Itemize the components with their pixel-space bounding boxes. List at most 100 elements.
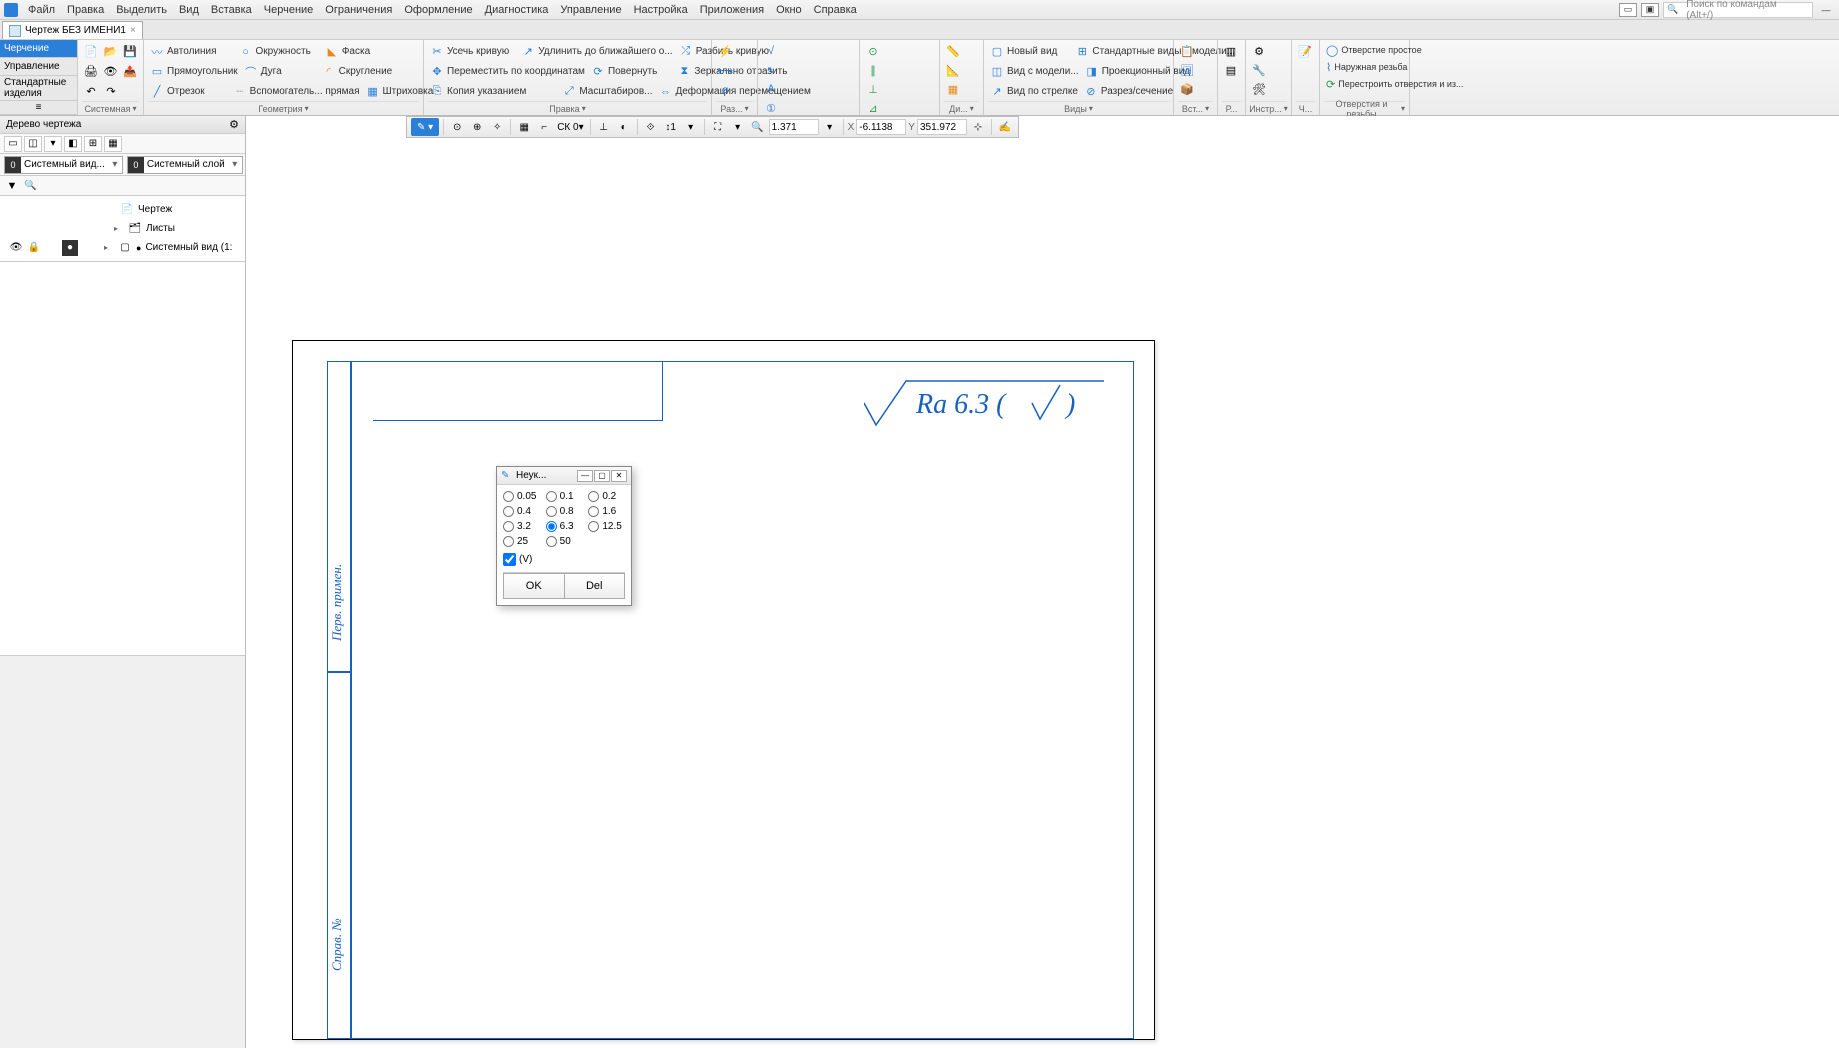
menu-insert[interactable]: Вставка [205,4,258,16]
measure-angle-icon[interactable]: 📐 [944,61,962,79]
menu-settings[interactable]: Настройка [628,4,694,16]
view-combo[interactable]: 0 Системный вид... ▾ [4,156,123,174]
tree-sheets[interactable]: ▸ 🗂 Листы [0,219,245,238]
circle-button[interactable]: ○Окружность [237,44,313,60]
print-icon[interactable]: 🖨 [82,63,100,81]
tree-tb-2-icon[interactable]: ◫ [24,136,42,152]
copyptr-button[interactable]: ⎘Копия указанием [428,84,528,100]
zoom-dd[interactable]: ▾ [729,118,747,136]
radio-option[interactable]: 1.6 [588,506,625,517]
radio-option[interactable]: 0.8 [546,506,583,517]
del-button[interactable]: Del [564,573,626,599]
ortho-icon[interactable]: ⊥ [595,118,613,136]
radio-option[interactable]: 3.2 [503,521,540,532]
movecoord-button[interactable]: ✥Переместить по координатам [428,64,587,80]
step-dd[interactable]: ▾ [682,118,700,136]
autoline-button[interactable]: 〰Автолиния [148,44,219,60]
layer-combo[interactable]: 0 Системный слой ▾ [127,156,243,174]
hole-simple-button[interactable]: ◯Отверстие простое [1324,42,1405,58]
segment-button[interactable]: ╱Отрезок [148,84,207,100]
rtab-manage[interactable]: Управление [0,58,77,76]
menu-drawing[interactable]: Черчение [258,4,320,16]
zoom2-dd[interactable]: ▾ [821,118,839,136]
radio-option[interactable]: 12.5 [588,521,625,532]
drawing-sheet[interactable]: Перв. примен. Справ. № Ra 6.3 ( ) [292,340,1155,1040]
undo-icon[interactable]: ↶ [82,83,100,101]
arc-button[interactable]: ⌒Дуга [242,64,284,80]
rtab-drawing[interactable]: Черчение [0,40,77,58]
radio-option[interactable]: 0.4 [503,506,540,517]
radio-option[interactable]: 25 [503,536,540,547]
active-icon[interactable]: ● [62,240,78,256]
radio-option[interactable]: 0.2 [588,491,625,502]
dim-linear-icon[interactable]: ⟷ [716,61,734,79]
measure-dist-icon[interactable]: 📏 [944,42,962,60]
coord-mode-icon[interactable]: ⊹ [969,118,987,136]
step-icon[interactable]: ⟐ [642,118,660,136]
auxline-button[interactable]: ┈Вспомогатель... прямая [231,84,362,100]
radio-option[interactable]: 50 [546,536,583,547]
parallel-icon[interactable]: ∥ [864,61,882,79]
menu-view[interactable]: Вид [173,4,205,16]
ok-button[interactable]: OK [503,573,564,599]
open-icon[interactable]: 📂 [102,43,120,61]
menu-diag[interactable]: Диагностика [479,4,555,16]
y-input[interactable] [917,119,967,135]
thread-ext-button[interactable]: ⌇Наружная резьба [1324,59,1405,75]
tree-root[interactable]: 📄 Чертеж [0,200,245,219]
balloon-icon[interactable]: ① [762,99,780,117]
doc-tab[interactable]: Чертеж БЕЗ ИМЕНИ1 × [2,21,143,39]
command-search-input[interactable]: Поиск по командам (Alt+/) [1663,2,1813,18]
round-icon[interactable]: ◐ [615,118,633,136]
rebuild-button[interactable]: ⟳Перестроить отверстия и из... [1324,76,1405,92]
x-input[interactable] [856,119,906,135]
insert-image-icon[interactable]: 🖼 [1178,61,1196,79]
menu-help[interactable]: Справка [808,4,863,16]
minimize-icon[interactable]: — [1817,3,1835,17]
new-doc-icon[interactable]: 📄 [82,43,100,61]
tool3-icon[interactable]: 🛠 [1250,80,1268,98]
tool1-icon[interactable]: ⚙ [1250,42,1268,60]
close-icon[interactable]: × [130,25,136,36]
roughness-symbol[interactable]: Ra 6.3 ( ) [864,373,1104,433]
popup-min-icon[interactable]: — [577,470,593,482]
tree-tb-4-icon[interactable]: ◧ [64,136,82,152]
visible-icon[interactable]: 👁 [8,240,24,256]
menu-window[interactable]: Окно [770,4,808,16]
menu-edit[interactable]: Правка [61,4,110,16]
viewmodel-button[interactable]: ◫Вид с модели... [988,64,1081,80]
chamfer-button[interactable]: ◣Фаска [323,44,372,60]
popup-max-icon[interactable]: ▢ [594,470,610,482]
zoom-input[interactable] [769,119,819,135]
section-button[interactable]: ⊘Разрез/сечение [1082,84,1175,100]
tree-tb-6-icon[interactable]: ▦ [104,136,122,152]
newview-button[interactable]: ▢Новый вид [988,44,1059,60]
filter-icon[interactable]: ▼ [4,178,20,194]
tool2-icon[interactable]: 🔧 [1250,61,1268,79]
gear-icon[interactable]: ⚙ [229,118,239,131]
roughness-icon[interactable]: √ [762,42,780,60]
rtab-expand[interactable]: ≡ [0,101,77,115]
insert-fragment-icon[interactable]: 📋 [1178,42,1196,60]
window-restore-icon[interactable]: ▭ [1619,3,1637,17]
menu-design[interactable]: Оформление [398,4,478,16]
rect-button[interactable]: ▭Прямоугольник [148,64,240,80]
rotate-button[interactable]: ⟳Повернуть [589,64,659,80]
scale-button[interactable]: ⤢Масштабиров... [560,84,654,100]
menu-select[interactable]: Выделить [110,4,173,16]
snap2-icon[interactable]: ⊕ [468,118,486,136]
canvas[interactable]: ✎ ▾ ⊙ ⊕ ✧ ▦ ⌐ СК 0 ▾ ⊥ ◐ ⟐ ↕ 1 ▾ ⛶ ▾ 🔍 ▾… [246,116,1839,1048]
window-maximize-icon[interactable]: ▣ [1641,3,1659,17]
cs-icon[interactable]: ⌐ [535,118,553,136]
v-checkbox[interactable] [503,553,516,566]
rtab-std-parts[interactable]: Стандартные изделия [0,76,77,101]
redo-icon[interactable]: ↷ [102,83,120,101]
lock-icon[interactable]: 🔒 [26,240,42,256]
popup-close-icon[interactable]: ✕ [611,470,627,482]
radio-option[interactable]: 6.3 [546,521,583,532]
dim-diam-icon[interactable]: ⌀ [716,80,734,98]
popup-titlebar[interactable]: ✎ Неук... — ▢ ✕ [497,467,631,485]
leader-icon[interactable]: ↖ [762,61,780,79]
measure-area-icon[interactable]: ▦ [944,80,962,98]
tangent-icon[interactable]: ⊿ [864,99,882,117]
